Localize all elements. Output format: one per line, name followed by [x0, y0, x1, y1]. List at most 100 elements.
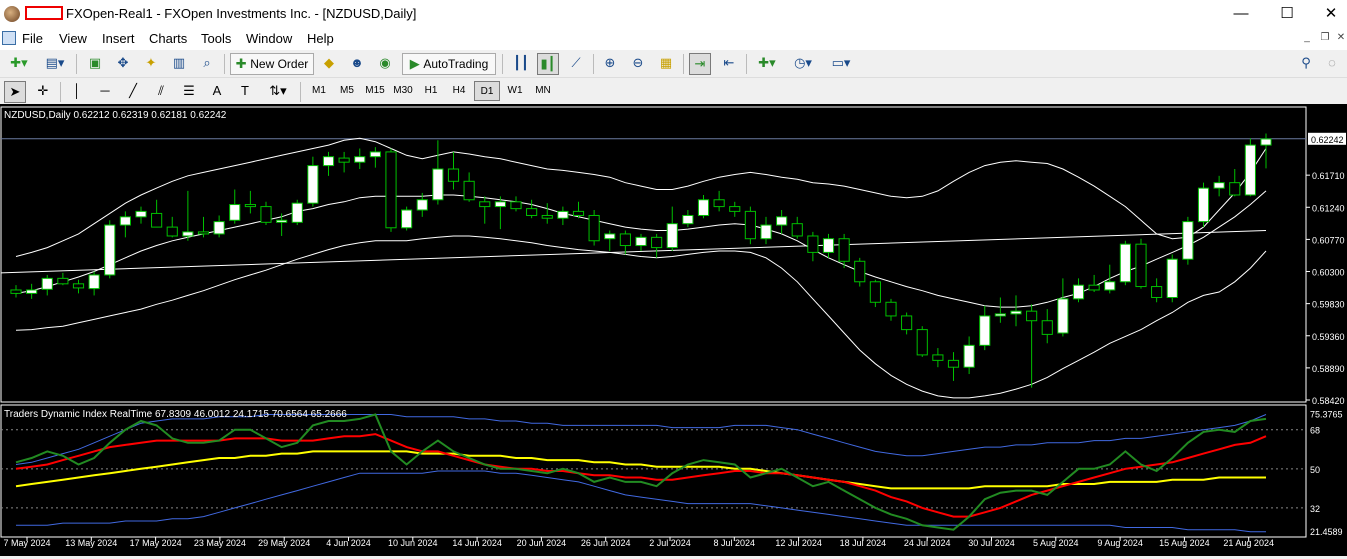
- zoom-in-icon[interactable]: ⊕: [599, 53, 621, 75]
- new-order-label: New Order: [250, 57, 309, 71]
- menu-file[interactable]: File: [22, 31, 43, 46]
- date-axis-label: 21 Aug 2024: [1223, 538, 1274, 548]
- chart-shift-icon[interactable]: ⇤: [718, 53, 740, 75]
- crosshair-icon[interactable]: ✛: [32, 81, 54, 103]
- bear-candle-body: [57, 277, 69, 285]
- timeframe-h1[interactable]: H1: [418, 81, 444, 101]
- cursor-icon[interactable]: ➤: [4, 81, 26, 103]
- bull-candle-body: [229, 204, 241, 221]
- bull-candle-body: [41, 277, 53, 290]
- arrows-icon[interactable]: ⇅▾: [262, 81, 294, 103]
- bear-candle-body: [72, 283, 85, 289]
- bull-candle-body: [291, 202, 303, 223]
- text-tool-icon[interactable]: A: [206, 81, 228, 103]
- menu-window[interactable]: Window: [246, 31, 292, 46]
- menu-help[interactable]: Help: [307, 31, 334, 46]
- market-watch-icon[interactable]: ▣: [84, 53, 106, 75]
- horizontal-line-icon[interactable]: ─: [94, 81, 116, 103]
- terminal-icon[interactable]: ▥: [168, 53, 190, 75]
- text-label-icon[interactable]: T: [234, 81, 256, 103]
- notifications-icon[interactable]: ◌: [1322, 53, 1342, 75]
- menu-bar: File View Insert Charts Tools Window Hel…: [0, 28, 1347, 50]
- periods-icon[interactable]: ◷▾: [788, 53, 818, 75]
- bull-candle-body: [26, 289, 38, 294]
- new-chart-icon[interactable]: ✚▾: [4, 53, 34, 75]
- price-axis-label: 0.61710: [1312, 171, 1345, 181]
- candlestick: [401, 206, 413, 231]
- chart-window-icon[interactable]: [2, 31, 16, 45]
- bull-candle-body: [416, 199, 428, 211]
- strategy-tester-icon[interactable]: ⌕: [196, 53, 218, 75]
- menu-view[interactable]: View: [59, 31, 87, 46]
- redacted-account-box: [25, 6, 63, 20]
- bear-candle-body: [588, 214, 600, 242]
- bear-candle-body: [807, 235, 819, 253]
- zoom-out-icon[interactable]: ⊖: [627, 53, 649, 75]
- menu-charts[interactable]: Charts: [149, 31, 187, 46]
- indicator-axis-label: 21.4589: [1310, 527, 1343, 537]
- timeframe-m1[interactable]: M1: [306, 81, 332, 101]
- line-chart-icon[interactable]: ⟋: [565, 53, 587, 75]
- bull-candle-body: [963, 344, 975, 368]
- bear-candle-body: [1088, 284, 1100, 291]
- tile-windows-icon[interactable]: ▦: [655, 53, 677, 75]
- profiles-icon[interactable]: ▤▾: [40, 53, 70, 75]
- bear-candle-body: [260, 206, 272, 223]
- bull-candle-body: [104, 224, 116, 276]
- candlestick: [104, 220, 116, 279]
- candlestick: [1244, 138, 1256, 197]
- close-button[interactable]: ✕: [1308, 0, 1347, 28]
- bear-candle-body: [869, 281, 881, 303]
- autotrading-button[interactable]: ▶ AutoTrading: [402, 53, 496, 75]
- equidistant-channel-icon[interactable]: ⫽: [150, 81, 172, 103]
- timeframe-m30[interactable]: M30: [390, 81, 416, 101]
- app-icon[interactable]: [4, 6, 20, 22]
- timeframe-w1[interactable]: W1: [502, 81, 528, 101]
- mdi-close-button[interactable]: ✕: [1334, 32, 1347, 46]
- maximize-button[interactable]: ☐: [1264, 0, 1310, 28]
- price-axis-label: 0.58890: [1312, 364, 1345, 374]
- window-title: FXOpen-Real1 - FXOpen Investments Inc. -…: [66, 6, 417, 21]
- metaeditor-icon[interactable]: ◆: [318, 53, 340, 75]
- auto-scroll-icon[interactable]: ⇥: [689, 53, 711, 75]
- timeframe-d1[interactable]: D1: [474, 81, 500, 101]
- trendline-icon[interactable]: ╱: [122, 81, 144, 103]
- minimize-button[interactable]: —: [1218, 0, 1264, 28]
- bull-candle-body: [401, 209, 413, 229]
- indicators-icon[interactable]: ✚▾: [752, 53, 782, 75]
- bull-candle-body: [354, 156, 366, 163]
- fibonacci-icon[interactable]: ☰: [178, 81, 200, 103]
- mdi-restore-button[interactable]: ❐: [1318, 32, 1332, 46]
- navigator-icon[interactable]: ✦: [140, 53, 162, 75]
- bear-candle-body: [541, 214, 553, 219]
- bull-candle-body: [119, 216, 131, 226]
- menu-insert[interactable]: Insert: [102, 31, 135, 46]
- bull-candle-body: [994, 313, 1006, 317]
- bar-chart-icon[interactable]: ┃┃: [510, 53, 532, 75]
- bull-candle-body: [494, 201, 506, 208]
- data-window-icon[interactable]: ✥: [112, 53, 134, 75]
- candlestick: [385, 148, 397, 232]
- menu-tools[interactable]: Tools: [201, 31, 231, 46]
- timeframe-mn[interactable]: MN: [530, 81, 556, 101]
- bull-candle-body: [307, 165, 319, 204]
- timeframe-m5[interactable]: M5: [334, 81, 360, 101]
- new-order-button[interactable]: ✚ New Order: [230, 53, 314, 75]
- price-axis-label: 0.59830: [1312, 300, 1345, 310]
- candlestick: [1197, 182, 1210, 228]
- candlestick-chart-icon[interactable]: ▮┃: [537, 53, 559, 75]
- search-icon[interactable]: ⚲: [1296, 53, 1316, 75]
- mdi-minimize-button[interactable]: _: [1300, 32, 1314, 46]
- bear-candle-body: [385, 151, 397, 229]
- price-chart-svg[interactable]: 0.61710 0.61240 0.60770 0.60300 0.59830 0.593…: [0, 104, 1347, 556]
- vertical-line-icon[interactable]: │: [66, 81, 88, 103]
- bear-candle-body: [1151, 286, 1163, 298]
- experts-icon[interactable]: ☻: [346, 53, 368, 75]
- candlestick: [1119, 240, 1131, 286]
- timeframe-m15[interactable]: M15: [362, 81, 388, 101]
- timeframe-h4[interactable]: H4: [446, 81, 472, 101]
- bear-candle-body: [572, 210, 585, 216]
- signals-icon[interactable]: ◉: [374, 53, 396, 75]
- templates-icon[interactable]: ▭▾: [824, 53, 858, 75]
- chart-window[interactable]: 0.61710 0.61240 0.60770 0.60300 0.59830 0.593…: [0, 104, 1347, 556]
